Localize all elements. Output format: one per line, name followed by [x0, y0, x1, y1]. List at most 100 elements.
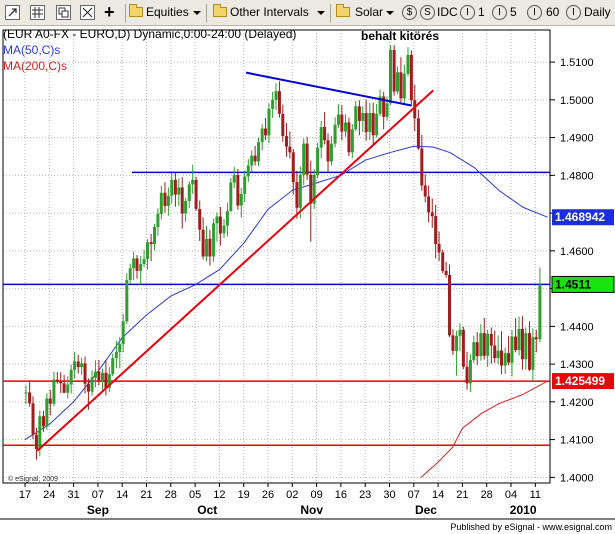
- trend-line: [245, 71, 412, 107]
- chevron-down-icon[interactable]: [386, 11, 394, 15]
- candle-body: [427, 196, 431, 213]
- other-intervals-dropdown[interactable]: Other Intervals: [230, 3, 309, 22]
- candle-body: [104, 372, 108, 388]
- interval-daily-icon[interactable]: I: [566, 5, 581, 20]
- interval-1-icon[interactable]: I: [460, 5, 475, 20]
- chart-window: + Equities Other Intervals Solar $ S IDC…: [0, 0, 615, 534]
- price-tag-label: 1.4511: [555, 277, 591, 291]
- chart-text: (EUR A0-FX - EURO,D) Dynamic,0:00-24:00 …: [3, 27, 612, 532]
- candle-body: [257, 142, 261, 162]
- dollar-icon[interactable]: $: [402, 5, 417, 20]
- chevron-down-icon[interactable]: [317, 11, 325, 15]
- candle-body: [132, 258, 136, 269]
- candle-body: [302, 143, 306, 175]
- candle-body: [239, 193, 243, 206]
- candle-body: [371, 113, 375, 136]
- price-chart[interactable]: 1.51001.50001.49001.48001.47001.46001.45…: [0, 26, 615, 534]
- candle-body: [271, 99, 275, 109]
- candle-body: [406, 54, 410, 74]
- candle-body: [295, 182, 299, 208]
- candle-body: [344, 122, 348, 132]
- candle-body: [198, 208, 202, 230]
- candle-body: [510, 336, 514, 363]
- toolbar: + Equities Other Intervals Solar $ S IDC…: [0, 0, 615, 26]
- x-tick-label: 07: [92, 489, 104, 501]
- chevron-down-icon[interactable]: [193, 11, 201, 15]
- x-tick-label: 31: [67, 489, 79, 501]
- legend-ma50: MA(50,C)s: [3, 43, 60, 57]
- candle-body: [423, 185, 427, 197]
- candle-body: [531, 337, 535, 370]
- candle-body: [34, 434, 38, 450]
- separator: [330, 4, 331, 22]
- interval-daily-button[interactable]: Daily: [584, 3, 611, 22]
- candle-body: [357, 106, 361, 121]
- y-tick-label: 1.4900: [560, 133, 594, 145]
- expand-icon[interactable]: [80, 5, 95, 20]
- candle-body: [388, 50, 392, 104]
- candle-body: [264, 128, 268, 136]
- ma200-line: [420, 380, 548, 478]
- folder-icon: [336, 4, 350, 17]
- candle-body: [402, 73, 406, 99]
- candle-body: [177, 187, 181, 195]
- candle-body: [323, 127, 327, 141]
- interval-60-button[interactable]: 60: [546, 3, 559, 22]
- x-tick-label: 23: [359, 489, 371, 501]
- candle-body: [284, 136, 288, 147]
- candle-body: [489, 333, 493, 346]
- candle-body: [208, 238, 212, 257]
- candle-body: [111, 358, 115, 375]
- interval-5-button[interactable]: 5: [510, 3, 517, 22]
- candle-body: [250, 155, 254, 166]
- candle-body: [215, 216, 219, 224]
- x-axis: 17 24 31 07 14 21 28 05 12 19 26 02 09 16 23 30 07 14 21 28…: [19, 483, 541, 517]
- candle-body: [534, 337, 538, 340]
- candle-body: [41, 416, 45, 427]
- grid-icon[interactable]: [30, 5, 45, 20]
- candle-body: [416, 118, 420, 149]
- solar-dropdown[interactable]: Solar: [355, 3, 383, 22]
- x-tick-label: 05: [189, 489, 201, 501]
- candle-body: [121, 321, 125, 345]
- copy-icon[interactable]: [56, 5, 71, 20]
- idc-button[interactable]: IDC: [437, 3, 458, 22]
- candle-body: [475, 342, 479, 357]
- candle-body: [194, 179, 198, 209]
- interval-60-icon[interactable]: I: [527, 5, 542, 20]
- candle-body: [166, 195, 170, 206]
- moving-averages: [24, 145, 548, 478]
- x-month-label: Sep: [87, 503, 109, 517]
- candle-body: [59, 380, 63, 384]
- x-tick-label: 24: [43, 489, 55, 501]
- x-tick-label: 14: [432, 489, 444, 501]
- x-month-label: Oct: [197, 503, 217, 517]
- candle-body: [350, 129, 354, 153]
- candle-body: [187, 184, 191, 202]
- x-tick-label: 19: [238, 489, 250, 501]
- candle-body: [514, 336, 518, 351]
- candle-body: [319, 127, 323, 148]
- x-tick-label: 21: [456, 489, 468, 501]
- candle-body: [281, 113, 285, 137]
- candle-body: [159, 192, 163, 214]
- candle-body: [420, 148, 424, 186]
- interval-1-button[interactable]: 1: [478, 3, 485, 22]
- candle-body: [399, 72, 403, 99]
- candle-body: [76, 361, 80, 368]
- link-icon[interactable]: [5, 5, 20, 20]
- idc-icon[interactable]: S: [420, 5, 435, 20]
- candle-body: [364, 113, 368, 132]
- interval-5-icon[interactable]: I: [492, 5, 507, 20]
- candle-body: [298, 174, 302, 208]
- candle-body: [340, 114, 344, 132]
- crosshair-icon[interactable]: +: [104, 3, 118, 22]
- candle-body: [101, 372, 105, 381]
- equities-dropdown[interactable]: Equities: [146, 3, 189, 22]
- published-text: Published by eSignal - www.esignal.com: [450, 522, 612, 532]
- candle-body: [243, 176, 247, 194]
- candle-body: [500, 350, 504, 366]
- candle-body: [66, 384, 70, 393]
- candle-body: [225, 211, 229, 226]
- candle-body: [93, 371, 97, 378]
